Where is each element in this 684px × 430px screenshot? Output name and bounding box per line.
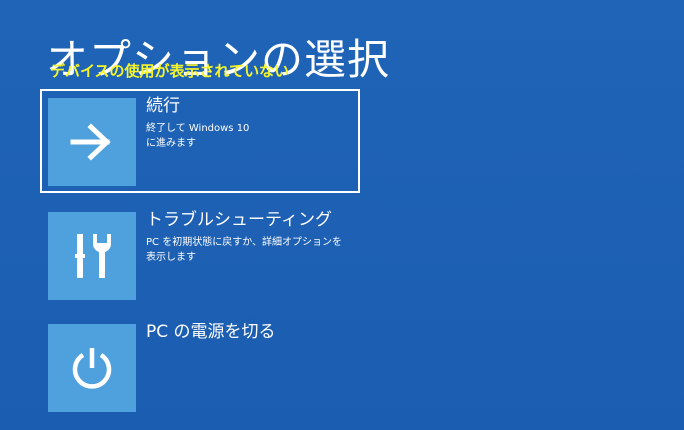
option-shutdown-label: PC の電源を切る xyxy=(146,322,276,342)
option-continue-description: 終了して Windows 10 に進みます xyxy=(146,121,362,151)
tools-icon xyxy=(75,234,111,278)
option-continue-tile[interactable] xyxy=(48,98,136,186)
option-troubleshoot-label: トラブルシューティング xyxy=(146,210,332,230)
option-continue-label: 続行 xyxy=(146,96,180,116)
option-continue-description-line: 終了して Windows 10 xyxy=(146,123,250,134)
option-troubleshoot[interactable]: トラブルシューティング PC を初期状態に戻すか、詳細オプションを 表示します xyxy=(40,203,360,307)
option-shutdown[interactable]: PC の電源を切る xyxy=(40,315,360,419)
option-troubleshoot-tile[interactable] xyxy=(48,212,136,300)
option-troubleshoot-description-line: 表示します xyxy=(146,252,196,263)
arrow-right-icon xyxy=(70,123,111,161)
power-icon xyxy=(72,348,112,389)
annotation-note: デバイスの使用が表示されていない xyxy=(50,62,290,80)
option-troubleshoot-description-line: PC を初期状態に戻すか、詳細オプションを xyxy=(146,237,342,248)
option-continue-description-line: に進みます xyxy=(146,138,196,149)
option-shutdown-tile[interactable] xyxy=(48,324,136,412)
option-troubleshoot-description: PC を初期状態に戻すか、詳細オプションを 表示します xyxy=(146,235,362,265)
option-continue[interactable]: 続行 終了して Windows 10 に進みます xyxy=(40,89,360,193)
